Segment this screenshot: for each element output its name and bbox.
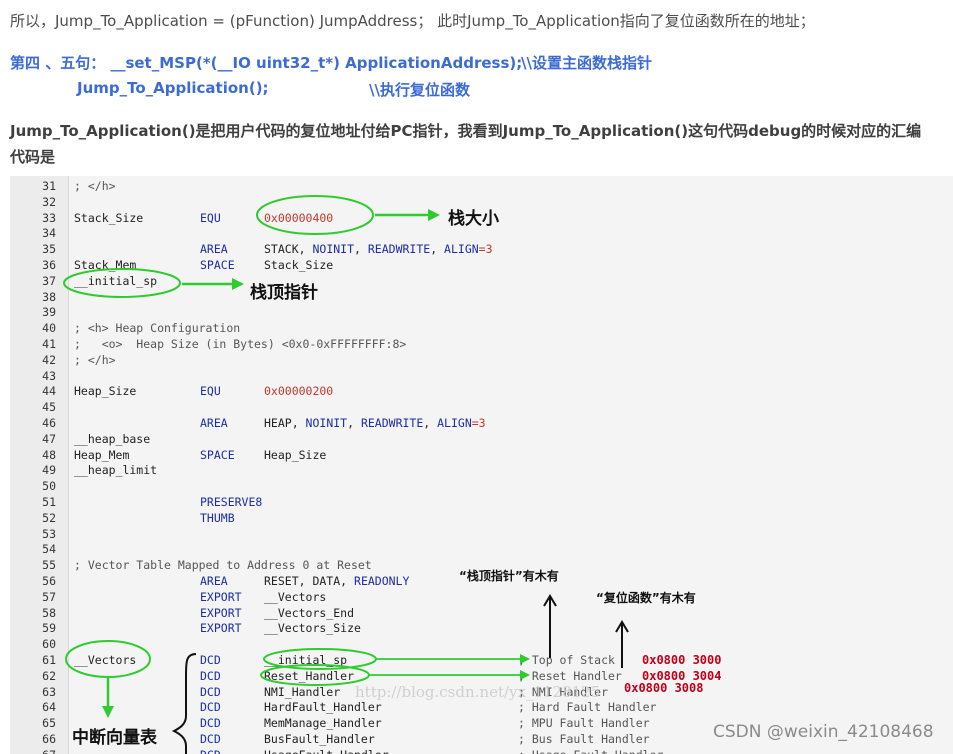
annotation-stack-top: 栈顶指针 xyxy=(250,283,318,303)
ellipse-vectors xyxy=(65,640,151,678)
arrowhead-initial-sp xyxy=(232,278,244,290)
brace-vector-table xyxy=(171,653,197,754)
code-screenshot: 31; </h> 32 33 Stack_Size EQU 0x00000400 34 35 A… xyxy=(10,176,953,754)
annotation-vector-table: 中断向量表 xyxy=(72,728,157,748)
annotation-has-reset: “复位函数”有木有 xyxy=(596,591,696,605)
annotation-addr-3008: 0x0800 3008 xyxy=(624,681,704,695)
annotation-has-stack-ptr: “栈顶指针”有木有 xyxy=(459,569,559,583)
explanation-text-cont: 代码是 xyxy=(10,148,56,166)
csdn-attribution: CSDN @weixin_42108468 xyxy=(713,722,934,742)
step-jump-call: Jump_To_Application(); xyxy=(77,79,269,97)
step-heading: 第四 、五句： __set_MSP(*(__IO uint32_t*) Appl… xyxy=(10,54,523,72)
annotation-overlay xyxy=(63,195,629,754)
annotation-stack-size: 栈大小 xyxy=(448,209,499,229)
explanation-text: Jump_To_Application()是把用户代码的复位地址付给PC指针，我… xyxy=(10,122,922,140)
ellipse-stack-size xyxy=(256,195,374,235)
arrowhead-vectors xyxy=(102,706,114,718)
arrowhead-reset-handler xyxy=(520,670,530,680)
step-comment-msp: \\设置主函数栈指针 xyxy=(521,54,652,72)
step-comment-reset: \\执行复位函数 xyxy=(369,81,470,99)
intro-text: 所以，Jump_To_Application = (pFunction) Jum… xyxy=(10,12,815,30)
ellipse-initial-sp xyxy=(63,268,181,298)
arrowhead-top-of-stack xyxy=(520,654,530,664)
arrowhead-stack-size xyxy=(428,209,440,221)
annotation-addr-3000: 0x0800 3000 xyxy=(642,653,722,667)
